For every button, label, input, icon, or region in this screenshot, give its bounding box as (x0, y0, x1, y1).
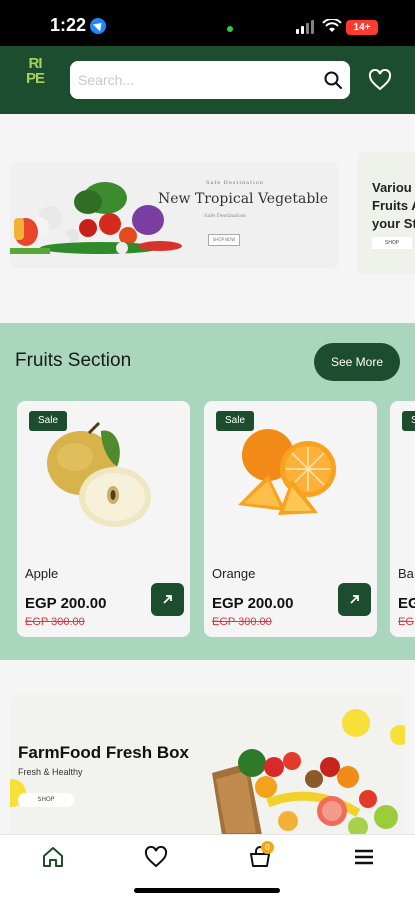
logo-line-1: RI (28, 55, 43, 72)
camera-indicator (227, 26, 233, 32)
battery-icon: 14+ (346, 20, 378, 35)
orange-image (238, 429, 336, 515)
search-bar (70, 61, 350, 99)
open-product-button[interactable] (151, 583, 184, 616)
sale-badge: Sale (216, 411, 254, 431)
banner2-title-line: Fruits A (372, 198, 415, 213)
home-indicator[interactable] (134, 888, 280, 893)
promo-banner-vegetables[interactable]: Safe Destination New Tropical Vegetable … (10, 162, 338, 268)
banner2-title-line: your St (372, 216, 415, 231)
status-time: 1:22 (50, 15, 87, 35)
section-title: Fruits Section (15, 350, 132, 371)
status-bar: 1:22 14+ (0, 0, 415, 46)
product-price: EGP 200.00 (212, 595, 294, 612)
banner-title: New Tropical Vegetable (158, 191, 329, 207)
product-card-apple[interactable]: Sale Apple EGP 200.00 EGP 300.00 (17, 401, 190, 637)
location-icon (90, 18, 106, 34)
product-card-partial[interactable]: Sale Ba EG EG (390, 401, 415, 637)
menu-icon[interactable] (351, 845, 377, 869)
farm-title: FarmFood Fresh Box (18, 743, 189, 762)
ripe-logo[interactable]: RI PE (20, 56, 50, 104)
banner2-title-line: Variou (372, 180, 412, 195)
bottom-nav: 0 (0, 834, 415, 900)
product-name: Apple (25, 566, 59, 581)
product-name: Ba (398, 566, 414, 581)
cart-count-badge: 0 (261, 841, 274, 854)
product-old-price: EGP 300.00 (25, 616, 85, 628)
farmfood-banner[interactable]: FarmFood Fresh Box Fresh & Healthy SHOP (10, 695, 405, 835)
arrow-up-right-icon (350, 595, 359, 604)
product-name: Orange (212, 566, 256, 581)
app-header: RI PE (0, 46, 415, 114)
search-input[interactable] (70, 61, 310, 99)
promo-banner-fruits[interactable]: Variou Fruits A your St SHOP (358, 152, 415, 274)
banner-kicker: Safe Destination (206, 180, 264, 186)
home-icon[interactable] (40, 845, 66, 869)
fruit-basket-image (212, 749, 398, 835)
cart-nav-item[interactable]: 0 (247, 841, 274, 869)
signal-icon (296, 20, 314, 34)
banner-subtitle: Safe Destination (204, 213, 246, 219)
logo-line-2: PE (25, 70, 45, 87)
banner2-shop-button[interactable]: SHOP (372, 237, 412, 249)
see-more-button[interactable]: See More (314, 343, 400, 381)
product-price: EGP 200.00 (25, 595, 107, 612)
arrow-up-right-icon (163, 595, 172, 604)
open-product-button[interactable] (338, 583, 371, 616)
banner2-title: Variou Fruits A your St (372, 179, 415, 233)
vegetables-image (10, 182, 182, 254)
banner-shop-button[interactable]: SHOP NOW (208, 234, 240, 246)
wifi-icon (322, 19, 342, 32)
farm-subtitle: Fresh & Healthy (18, 767, 83, 777)
product-price: EG (398, 595, 415, 612)
farm-shop-button[interactable]: SHOP (18, 793, 74, 807)
product-card-orange[interactable]: Sale Orange EGP 200.00 EGP 300.00 (204, 401, 377, 637)
fruits-section: Fruits Section See More Sale Apple EGP 2… (0, 323, 415, 660)
apple-image (47, 421, 151, 527)
favorites-heart-icon[interactable] (143, 845, 169, 869)
product-old-price: EGP 300.00 (212, 616, 272, 628)
sale-badge: Sale (29, 411, 67, 431)
wishlist-heart-icon[interactable] (368, 69, 392, 91)
search-icon[interactable] (324, 71, 342, 89)
sale-badge: Sale (402, 411, 415, 431)
product-old-price: EG (398, 616, 414, 628)
